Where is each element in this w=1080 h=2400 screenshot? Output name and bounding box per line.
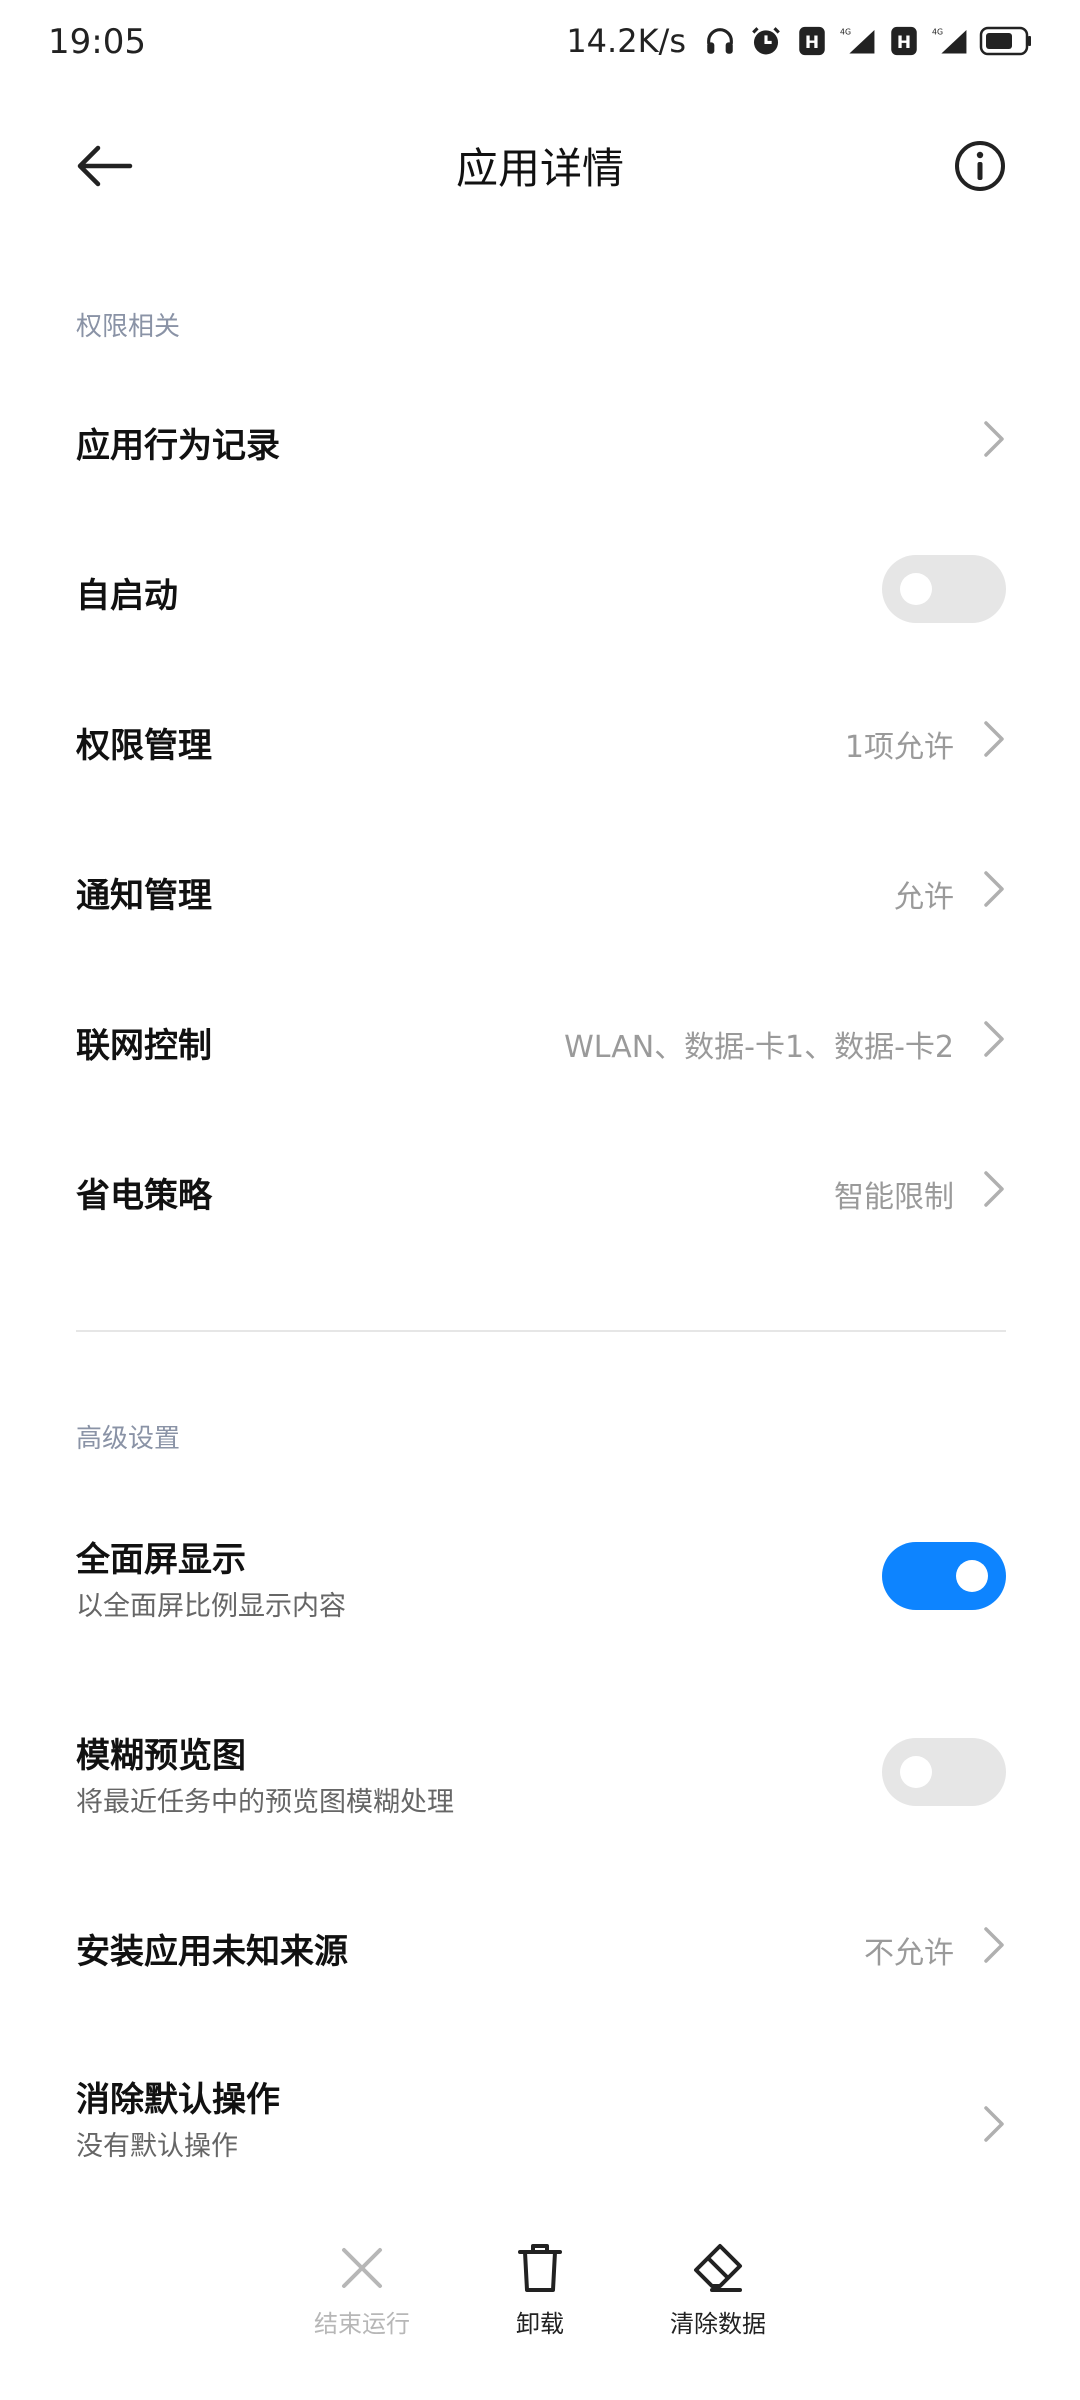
row-value: 允许 (894, 880, 954, 915)
row-battery-saver[interactable]: 省电策略 智能限制 (0, 1114, 1080, 1264)
close-icon (342, 2248, 382, 2288)
hd-icon: H (794, 23, 830, 59)
row-clear-defaults[interactable]: 消除默认操作 没有默认操作 (0, 2040, 1080, 2210)
svg-text:4G: 4G (840, 28, 851, 37)
row-title: 权限管理 (76, 726, 212, 766)
info-icon (955, 141, 1005, 191)
chevron-right-icon (984, 1171, 1004, 1207)
chevron-right-icon (984, 2106, 1004, 2142)
svg-text:H: H (897, 33, 911, 53)
row-app-behavior-record[interactable]: 应用行为记录 (0, 364, 1080, 514)
uninstall-button[interactable]: 卸载 (465, 2240, 615, 2339)
svg-text:H: H (805, 33, 819, 53)
row-subtitle: 以全面屏比例显示内容 (76, 1591, 346, 1622)
autostart-toggle[interactable] (882, 555, 1006, 623)
chevron-right-icon (984, 421, 1004, 457)
chevron-right-icon (984, 1927, 1004, 1963)
row-value: WLAN、数据-卡1、数据-卡2 (564, 1030, 954, 1065)
app-header: 应用详情 (0, 110, 1080, 220)
chevron-right-icon (984, 871, 1004, 907)
alarm-icon (748, 23, 784, 59)
status-bar: 19:05 14.2K/s H 4G H 4G (0, 0, 1080, 90)
action-label: 结束运行 (314, 2310, 410, 2338)
bottom-action-bar: 结束运行 卸载 清除数据 (0, 2240, 1080, 2400)
row-title: 应用行为记录 (76, 426, 280, 466)
info-button[interactable] (952, 138, 1008, 194)
blur-preview-toggle[interactable] (882, 1738, 1006, 1806)
row-title: 安装应用未知来源 (76, 1932, 348, 1972)
chevron-right-icon (984, 721, 1004, 757)
row-value: 智能限制 (834, 1180, 954, 1215)
row-title: 全面屏显示 (76, 1540, 246, 1580)
row-title: 消除默认操作 (76, 2080, 280, 2120)
eraser-icon (694, 2244, 742, 2292)
section-label-permissions: 权限相关 (76, 312, 181, 342)
section-divider (76, 1330, 1006, 1332)
action-label: 清除数据 (670, 2310, 766, 2338)
svg-text:4G: 4G (932, 28, 943, 37)
row-network-control[interactable]: 联网控制 WLAN、数据-卡1、数据-卡2 (0, 964, 1080, 1114)
status-time: 19:05 (48, 22, 146, 62)
row-value: 1项允许 (844, 730, 954, 765)
row-blur-preview: 模糊预览图 将最近任务中的预览图模糊处理 (0, 1696, 1080, 1866)
row-subtitle: 没有默认操作 (76, 2131, 238, 2162)
row-title: 模糊预览图 (76, 1736, 246, 1776)
hd-icon: H (886, 23, 922, 59)
row-autostart: 自启动 (0, 514, 1080, 664)
toggle-knob (956, 1560, 988, 1592)
signal-4g-icon: 4G (840, 23, 876, 59)
toggle-knob (900, 1756, 932, 1788)
row-fullscreen-display: 全面屏显示 以全面屏比例显示内容 (0, 1500, 1080, 1670)
row-notification-management[interactable]: 通知管理 允许 (0, 814, 1080, 964)
battery-icon (978, 23, 1032, 59)
headphones-icon (702, 23, 738, 59)
row-subtitle: 将最近任务中的预览图模糊处理 (76, 1787, 454, 1818)
trash-icon (518, 2244, 562, 2292)
force-stop-button[interactable]: 结束运行 (287, 2240, 437, 2339)
toggle-knob (900, 573, 932, 605)
page-title: 应用详情 (455, 144, 624, 193)
row-title: 自启动 (76, 576, 178, 616)
row-install-unknown-sources[interactable]: 安装应用未知来源 不允许 (0, 1870, 1080, 2020)
chevron-right-icon (984, 1021, 1004, 1057)
clear-data-button[interactable]: 清除数据 (643, 2240, 793, 2339)
network-speed: 14.2K/s (566, 22, 686, 60)
row-title: 省电策略 (76, 1176, 212, 1216)
fullscreen-toggle[interactable] (882, 1542, 1006, 1610)
section-label-advanced: 高级设置 (76, 1424, 181, 1454)
row-title: 联网控制 (76, 1026, 212, 1066)
row-title: 通知管理 (76, 876, 212, 916)
action-label: 卸载 (516, 2310, 564, 2338)
signal-4g-icon: 4G (932, 23, 968, 59)
row-permission-management[interactable]: 权限管理 1项允许 (0, 664, 1080, 814)
status-icons: 14.2K/s H 4G H 4G (566, 22, 1032, 60)
row-value: 不允许 (864, 1936, 954, 1971)
